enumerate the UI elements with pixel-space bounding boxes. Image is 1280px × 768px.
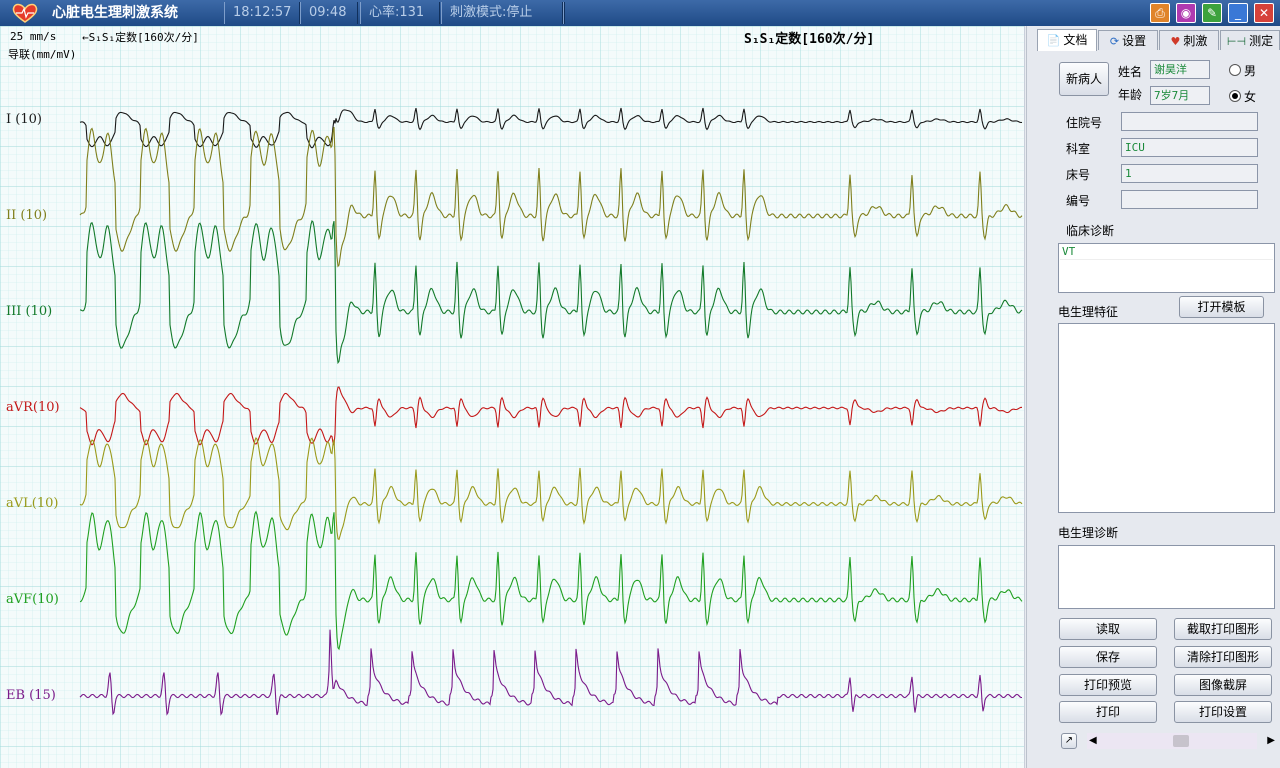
name-label: 姓名 (1118, 65, 1143, 79)
title-bar: 心脏电生理刺激系统 18:12:57 09:48 心率:131 刺激模式:停止 … (0, 0, 1280, 26)
gain-label: 导联(mm/mV) (8, 48, 77, 61)
screenshot-button[interactable]: 图像截屏 (1174, 674, 1272, 696)
stimulus-icon: ♥ (1170, 35, 1181, 48)
clinical-dx-textarea[interactable]: VT (1058, 243, 1275, 293)
document-icon: 📄 (1046, 34, 1061, 47)
print-button[interactable]: 打印 (1059, 701, 1157, 723)
app-title: 心脏电生理刺激系统 (52, 5, 178, 21)
bed-label: 床号 (1066, 168, 1091, 182)
ep-dx-textarea[interactable] (1058, 545, 1275, 609)
tab-label: 文档 (1063, 33, 1088, 47)
department-label: 科室 (1066, 142, 1091, 156)
heart-logo-icon (12, 3, 38, 23)
admission-field[interactable] (1121, 112, 1258, 131)
lead-label-avf: aVF(10) (6, 592, 59, 607)
minimize-icon[interactable]: _ (1228, 3, 1248, 23)
female-radio[interactable] (1229, 90, 1241, 102)
ep-features-textarea[interactable] (1058, 323, 1275, 513)
scroll-right-icon[interactable]: ▶ (1267, 733, 1275, 749)
scrollbar[interactable]: ◀ ▶ (1087, 733, 1275, 749)
ecg-display: 25 mm/s 导联(mm/mV) ←S₁S₁定数[160次/分] S₁S₁定数… (0, 26, 1024, 768)
measure-icon: ⊢⊣ (1226, 35, 1247, 48)
tab-document[interactable]: 📄 文档 (1037, 29, 1097, 51)
clear-print-button[interactable]: 清除打印图形 (1174, 646, 1272, 668)
bed-field[interactable]: 1 (1121, 164, 1258, 183)
lead-label-iii: III (10) (6, 304, 53, 319)
camera-icon[interactable]: ◉ (1176, 3, 1196, 23)
elapsed-display: 09:48 (300, 2, 358, 24)
ep-dx-label: 电生理诊断 (1058, 526, 1119, 540)
capture-print-button[interactable]: 截取打印图形 (1174, 618, 1272, 640)
male-radio[interactable] (1229, 64, 1241, 76)
lead-label-avr: aVR(10) (6, 400, 60, 415)
age-label: 年龄 (1118, 88, 1143, 102)
tab-label: 刺激 (1183, 34, 1208, 48)
tab-settings[interactable]: ⟳ 设置 (1098, 30, 1158, 50)
name-field[interactable]: 谢昊洋 (1150, 60, 1210, 79)
print-preview-button[interactable]: 打印预览 (1059, 674, 1157, 696)
tab-label: 设置 (1122, 34, 1147, 48)
print-settings-button[interactable]: 打印设置 (1174, 701, 1272, 723)
ecg-grid (0, 26, 1024, 768)
admission-label: 住院号 (1066, 116, 1103, 130)
lead-label-avl: aVL(10) (6, 496, 59, 511)
tab-measure[interactable]: ⊢⊣ 测定 (1220, 30, 1280, 50)
expand-arrow-icon[interactable]: ↗ (1061, 733, 1077, 749)
lead-label-i: I (10) (6, 112, 42, 127)
stim-protocol-small: ←S₁S₁定数[160次/分] (82, 31, 199, 44)
department-field[interactable]: ICU (1121, 138, 1258, 157)
scroll-thumb[interactable] (1173, 735, 1189, 747)
title-separator (563, 2, 565, 24)
edit-icon[interactable]: ✎ (1202, 3, 1222, 23)
settings-icon: ⟳ (1109, 35, 1120, 48)
heart-rate-display: 心率:131 (360, 2, 440, 24)
male-label: 男 (1244, 64, 1257, 78)
new-patient-button[interactable]: 新病人 (1059, 62, 1109, 96)
open-template-button[interactable]: 打开模板 (1179, 296, 1264, 318)
number-field[interactable] (1121, 190, 1258, 209)
scroll-left-icon[interactable]: ◀ (1089, 733, 1097, 749)
ep-features-label: 电生理特征 (1058, 305, 1119, 319)
lead-label-ii: II (10) (6, 208, 48, 223)
clinical-dx-label: 临床诊断 (1066, 224, 1115, 238)
stim-protocol-banner: S₁S₁定数[160次/分] (744, 32, 875, 47)
stim-mode-display: 刺激模式:停止 (441, 2, 563, 24)
printer-icon[interactable]: ⎙ (1150, 3, 1170, 23)
paper-speed: 25 mm/s (10, 30, 57, 43)
female-label: 女 (1244, 90, 1257, 104)
clock-display: 18:12:57 (224, 2, 300, 24)
side-panel: 📄 文档 ⟳ 设置 ♥ 刺激 ⊢⊣ 测定 新病人 姓名 谢昊洋 年龄 7岁7月 男 女 … (1027, 26, 1280, 768)
close-icon[interactable]: ✕ (1254, 3, 1274, 23)
lead-label-eb: EB (15) (6, 688, 56, 703)
tab-stimulus[interactable]: ♥ 刺激 (1159, 30, 1219, 50)
panel-tabs: 📄 文档 ⟳ 设置 ♥ 刺激 ⊢⊣ 测定 (1037, 29, 1280, 51)
number-label: 编号 (1066, 194, 1091, 208)
clinical-dx-text: VT (1060, 245, 1273, 260)
read-button[interactable]: 读取 (1059, 618, 1157, 640)
save-button[interactable]: 保存 (1059, 646, 1157, 668)
tab-label: 测定 (1249, 34, 1274, 48)
age-field[interactable]: 7岁7月 (1150, 86, 1210, 105)
